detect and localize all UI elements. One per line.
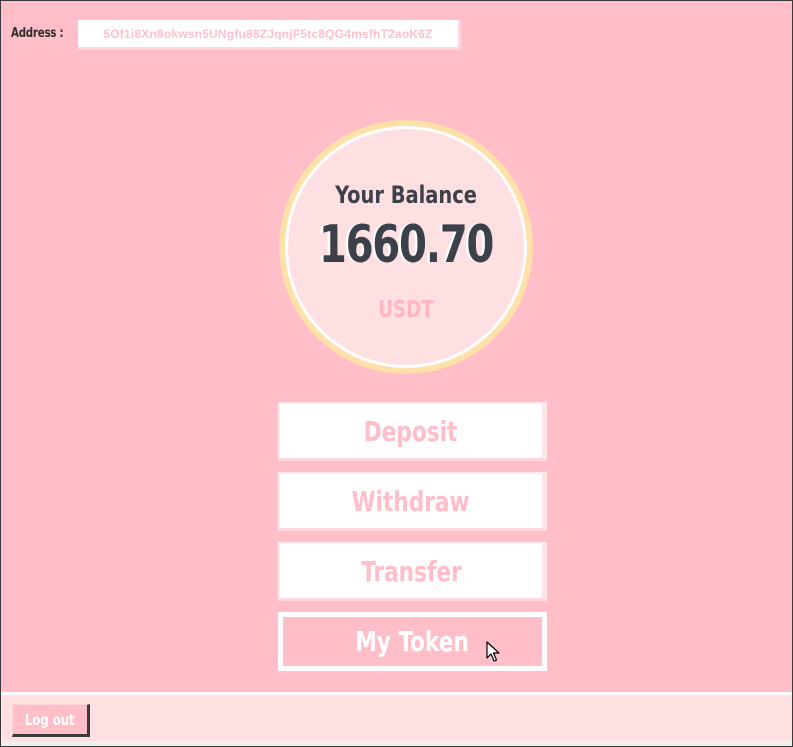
transfer-button[interactable]: Transfer <box>278 542 547 601</box>
my-token-button[interactable]: My Token <box>278 612 547 671</box>
logout-button-label: Log out <box>25 710 75 729</box>
deposit-button[interactable]: Deposit <box>278 402 547 461</box>
balance-circle: Your Balance 1660.70 USDT <box>279 120 533 374</box>
balance-circle-body: Your Balance 1660.70 USDT <box>288 129 524 365</box>
mouse-pointer-icon <box>486 641 500 662</box>
balance-unit: USDT <box>378 297 434 323</box>
deposit-button-label: Deposit <box>364 414 458 448</box>
withdraw-button[interactable]: Withdraw <box>278 472 547 531</box>
transfer-button-label: Transfer <box>360 554 462 588</box>
logout-button[interactable]: Log out <box>12 704 90 737</box>
my-token-button-label: My Token <box>355 625 470 658</box>
address-label: Address : <box>11 26 64 41</box>
address-field[interactable]: 5Of1i8Xn8okwsn5UNgfu88ZJqnjF5tc8QG4msfhT… <box>78 20 461 50</box>
withdraw-button-label: Withdraw <box>352 484 470 518</box>
balance-circle-border: Your Balance 1660.70 USDT <box>285 126 527 368</box>
window-bottom-edge <box>1 741 792 746</box>
balance-amount: 1660.70 <box>318 215 495 275</box>
footer-bar <box>1 695 792 741</box>
balance-title: Your Balance <box>335 181 477 209</box>
